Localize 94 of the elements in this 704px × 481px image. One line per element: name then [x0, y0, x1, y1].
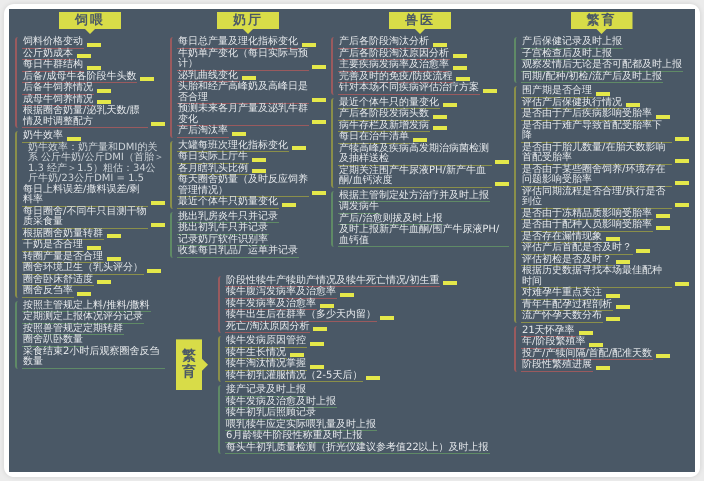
topic-label: 评估产后保健执行情况	[521, 98, 623, 109]
topic-label: 观察发情后无论是否可配都及时上报	[521, 60, 683, 72]
topic-label: 产后淘汰率	[177, 126, 229, 138]
topic-label: 饲料价格变动	[22, 37, 84, 48]
topic-label: 是否由于产后疾病影响受胎率	[521, 109, 653, 120]
topic-label: 成母牛饲养情况	[22, 94, 94, 106]
topic-label: 圈舍反刍率	[22, 286, 74, 298]
topic-label: 根据主管制定处方治疗并及时上报	[338, 190, 490, 202]
topic-label: 每日实际上厅牛	[177, 152, 249, 164]
topic-label: 评估初检是否及时？	[521, 254, 613, 266]
topic-label: 挑出乳房炎牛只并记录	[177, 212, 279, 223]
topic-label: 各月瞎乳头比例	[177, 164, 249, 175]
topic-label: 6月龄犊牛阶段性称重及时上报	[225, 431, 364, 442]
topic-label: 泌乳曲线变化	[177, 70, 239, 82]
topic-label: 阶段性繁殖进展	[521, 360, 593, 372]
topic-label: 犊牛出生后在群率（多少天内留）	[225, 310, 377, 322]
topic-label: 21天怀孕率	[521, 326, 576, 337]
topic-label: 圈舍趴卧数量	[22, 335, 84, 346]
topic-label: 根据历史数据寻找本场最佳配种时间	[521, 266, 672, 288]
topic-label: 后备/成母牛各阶段牛头数	[22, 72, 138, 83]
section-header: 奶厅	[217, 12, 279, 34]
topic-label: 年/阶段繁殖率	[521, 337, 586, 348]
topic-label: 评估产后首配是否及时？	[521, 243, 633, 254]
topic-label: 牛奶单产变化（每日实际与预计）	[177, 48, 309, 70]
topic-label: 是否由于配种人员影响受胎率	[521, 220, 653, 232]
topic-label: 后备牛饲养情况	[22, 83, 94, 94]
topic-label: 犊牛发病原因管控	[225, 336, 307, 348]
topic-label: 流产怀孕天数分布	[521, 311, 603, 322]
topic-label: 每头牛初乳质量检测（折光仪建议参考值22以上）及时上报	[225, 442, 490, 454]
note-text: 奶牛效率：奶产量和DMI的关系 公斤牛奶/公斤DMI（首胎＞1.3 经产＞1.5）粗估：34公斤牛奶/23公斤DMI = 1.5	[27, 142, 165, 184]
topic-label: 死亡/淘汰原因分析	[225, 322, 310, 333]
topic-label: 犊牛生长情况	[225, 348, 287, 359]
topic-label: 圈舍卧床舒适度	[22, 274, 94, 286]
topic-label: 挑出初乳牛只并记录	[177, 223, 269, 234]
topic-label: 最近个体牛只的量变化	[338, 98, 440, 109]
topic-label: 公斤奶成本	[22, 48, 74, 60]
topic-label: 青年牛配孕过程剖析	[521, 300, 613, 311]
topic-label: 定期关注围产牛尿液PH/新产牛血酮/血钙浓度	[338, 166, 492, 188]
topic-label: 定期测定上报体况评分记录	[22, 312, 144, 324]
section-header: 饲喂	[59, 12, 121, 34]
topic-label: 对难孕牛重点关注	[521, 288, 603, 300]
topic-label: 根据圈舍奶量/泌乳天数/膘情及时调整配方	[22, 106, 148, 128]
topic-label: 是否由于难产导致首配受胎率下降	[521, 120, 672, 142]
topic-label: 犊牛初乳后照顾记录	[225, 408, 317, 420]
topic-label: 针对本场不同疾病评估治疗方案	[338, 83, 480, 94]
topic-label: 根据圈舍奶量转群	[22, 228, 104, 240]
topic-label: 调发病牛	[338, 202, 380, 214]
topic-label: 围产期是否合理	[521, 86, 593, 98]
topic-label: 转圈产量是否合理	[22, 252, 104, 263]
topic-label: 犊牛腹泻发病率及治愈率	[225, 287, 337, 298]
topic-label: 产后保健记录及时上报	[521, 37, 623, 48]
topic-label: 子宫检查后及时上报	[521, 48, 613, 60]
topic-label: 是否由于某些圈舍饲养/环境存在问题影响受胎率	[521, 164, 672, 186]
topic-label: 按照兽管规定定期转群	[22, 324, 124, 335]
topic-label: 产后各阶段淘汰原因分析	[338, 48, 450, 60]
topic-label: 每日牛群结构	[22, 60, 84, 72]
topic-label: 圈舍环境卫生（乳头评分）	[22, 263, 144, 274]
topic-label: 干奶是否合理	[22, 240, 84, 252]
topic-label: 按照主管规定上料/推料/撒料	[22, 300, 151, 312]
topic-label: 每日上料误差/撒料误差/剩料率	[22, 184, 148, 206]
topic-label: 接产记录及时上报	[225, 385, 307, 396]
topic-label: 大罐每班次理化指标变化	[177, 140, 289, 152]
topic-label: 投产/产犊间隔/首配/配准天数	[521, 348, 654, 360]
topic-label: 产犊高峰及疾病高发期治病菌检测及抽样送检	[338, 144, 492, 166]
topic-label: 奶牛效率	[22, 131, 64, 142]
topic-label: 记录奶厅软件识别率	[177, 234, 269, 246]
topic-label: 预测未来各月产量及泌乳牛群变化	[177, 104, 309, 126]
topic-label: 每天圈舍奶量（及时反应饲养管理情况）	[177, 175, 309, 197]
topic-label: 最近个体牛只奶量变化	[177, 197, 279, 208]
topic-label: 每日圈舍/不同牛只目测干物质采食量	[22, 206, 148, 228]
topic-label: 评估同期流程是否合理/执行是否到位	[521, 186, 672, 208]
topic-label: 及时上报新产牛血酮/围产牛尿液PH/血钙值	[338, 225, 509, 247]
topic-label: 每日总产量及理化指标变化	[177, 37, 299, 48]
section-header: 繁育	[176, 339, 208, 390]
topic-label: 产后各阶段发病头数	[338, 109, 430, 120]
topic-label: 产后各阶段淘汰分析	[338, 37, 430, 48]
section-header: 兽医	[389, 12, 451, 34]
topic-label: 犊牛淘汰情况掌握	[225, 359, 307, 370]
topic-label: 喂乳犊牛应定实际喂乳量及时上报	[225, 420, 377, 431]
topic-label: 每日在治牛清单	[338, 132, 410, 144]
topic-label: 是否由于冻精品质影响受胎率	[521, 208, 653, 220]
section-header: 繁育	[570, 12, 632, 34]
topic-label: 是否存在漏情现象	[521, 232, 603, 243]
topic-label: 同期/配种/初检/流产后及时上报	[521, 72, 664, 83]
topic-label: 采食结束2小时后观察圈舍反刍数量	[22, 346, 165, 368]
topic-label: 阶段性犊牛产犊助产情况及犊牛死亡情况/初生重	[225, 276, 440, 287]
topic-label: 产后/治愈则拔及时上报	[338, 214, 444, 225]
topic-label: 病牛存栏及新增发病	[338, 120, 430, 132]
topic-label: 完善及时的免疫/防疫流程	[338, 72, 454, 83]
topic-label: 犊牛初乳灌服情况（2-5天后）	[225, 370, 364, 382]
topic-label: 犊牛发病率及治愈率	[225, 298, 317, 310]
topic-label: 是否由于胎儿数量/在胎天数影响首配受胎率	[521, 142, 672, 164]
topic-label: 犊牛发病及治愈及时上报	[225, 396, 337, 408]
topic-label: 收集每日乳品厂运单并记录	[177, 246, 299, 258]
